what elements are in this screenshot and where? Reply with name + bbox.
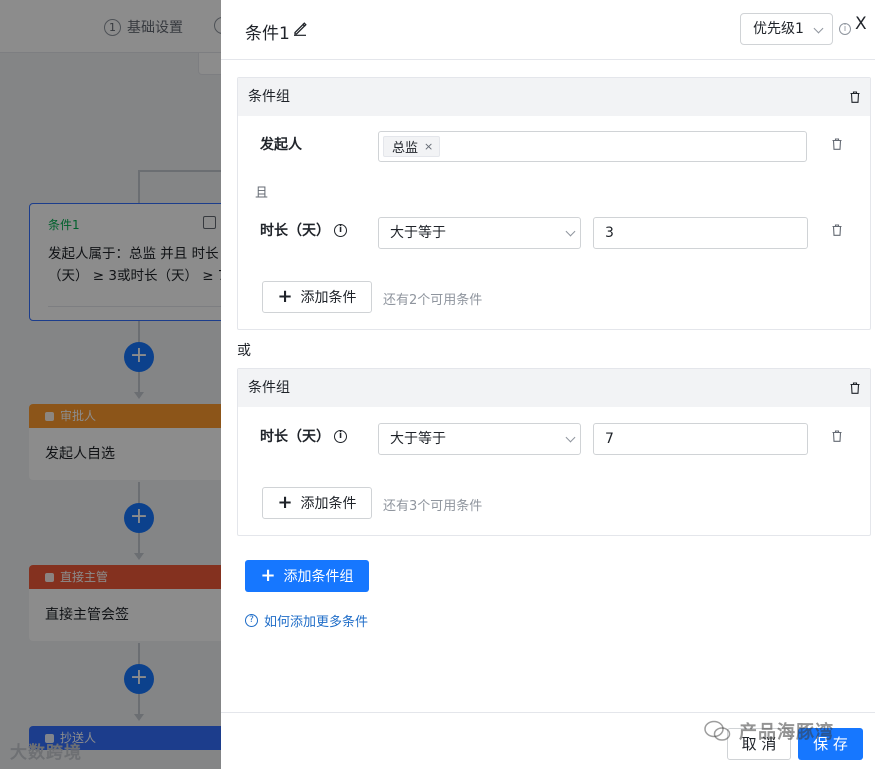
- available-conditions-hint: 还有3个可用条件: [383, 499, 483, 514]
- info-icon[interactable]: i: [334, 223, 347, 237]
- chevron-down-icon: [813, 23, 824, 34]
- modal-overlay[interactable]: [0, 0, 221, 769]
- add-condition-button[interactable]: + 添加条件: [262, 487, 372, 519]
- condition-group-title: 条件组: [248, 380, 290, 396]
- tag-label: 总监: [392, 141, 419, 156]
- condition-group: 条件组 时长（天） i 大于等于 7 + 添加条件 还有3个可用条件: [237, 368, 871, 536]
- drawer-header: 条件1 优先级1 i X: [221, 0, 875, 60]
- condition-group-title: 条件组: [248, 89, 290, 105]
- plus-icon: +: [277, 492, 293, 513]
- add-condition-button[interactable]: + 添加条件: [262, 281, 372, 313]
- priority-value: 优先级1: [753, 21, 804, 37]
- wechat-icon: [704, 720, 731, 741]
- chevron-down-icon: [565, 226, 576, 237]
- watermark-right: 产品海豚湾: [703, 718, 834, 744]
- condition-label: 发起人: [260, 134, 302, 154]
- add-condition-label: 添加条件: [300, 290, 357, 306]
- and-connector-label: 且: [255, 186, 269, 201]
- condition-drawer: 条件1 优先级1 i X 条件组 发起人 总监 × 且 时长（天） i 大于等于…: [221, 0, 875, 769]
- trash-icon[interactable]: [832, 224, 842, 236]
- duration-input[interactable]: 7: [593, 423, 808, 455]
- help-link-text: 如何添加更多条件: [264, 615, 369, 630]
- condition-label-text: 时长（天）: [260, 429, 330, 445]
- add-condition-group-button[interactable]: + 添加条件组: [245, 560, 369, 592]
- trash-icon[interactable]: [850, 382, 860, 394]
- info-icon[interactable]: i: [334, 429, 347, 443]
- condition-label-text: 时长（天）: [260, 223, 330, 239]
- chevron-down-icon: [565, 432, 576, 443]
- operator-select[interactable]: 大于等于: [378, 423, 581, 455]
- plus-icon: +: [260, 565, 276, 586]
- watermark-text: 产品海豚湾: [739, 722, 834, 743]
- close-button[interactable]: X: [855, 14, 867, 34]
- condition-label-text: 发起人: [260, 137, 302, 153]
- condition-group: 条件组 发起人 总监 × 且 时长（天） i 大于等于 3 + 添加条件 还有2…: [237, 77, 871, 330]
- condition-label: 时长（天） i: [260, 220, 347, 240]
- add-group-label: 添加条件组: [283, 569, 354, 585]
- selected-tag: 总监 ×: [383, 136, 441, 157]
- question-icon: ?: [245, 614, 258, 627]
- or-connector-label: 或: [237, 343, 251, 359]
- condition-group-header: 条件组: [238, 78, 870, 116]
- edit-icon[interactable]: [292, 20, 308, 36]
- operator-value: 大于等于: [390, 225, 446, 241]
- operator-select[interactable]: 大于等于: [378, 217, 581, 249]
- priority-select[interactable]: 优先级1: [740, 13, 833, 45]
- condition-group-header: 条件组: [238, 369, 870, 407]
- trash-icon[interactable]: [832, 430, 842, 442]
- help-link[interactable]: ? 如何添加更多条件: [245, 611, 368, 630]
- initiator-tag-input[interactable]: 总监 ×: [378, 131, 807, 162]
- trash-icon[interactable]: [832, 138, 842, 150]
- tag-remove-icon[interactable]: ×: [424, 140, 433, 153]
- operator-value: 大于等于: [390, 431, 446, 447]
- drawer-title: 条件1: [245, 24, 290, 44]
- available-conditions-hint: 还有2个可用条件: [383, 293, 483, 308]
- info-icon[interactable]: i: [839, 23, 851, 35]
- duration-input[interactable]: 3: [593, 217, 808, 249]
- condition-label: 时长（天） i: [260, 426, 347, 446]
- trash-icon[interactable]: [850, 91, 860, 103]
- add-condition-label: 添加条件: [300, 496, 357, 512]
- plus-icon: +: [277, 286, 293, 307]
